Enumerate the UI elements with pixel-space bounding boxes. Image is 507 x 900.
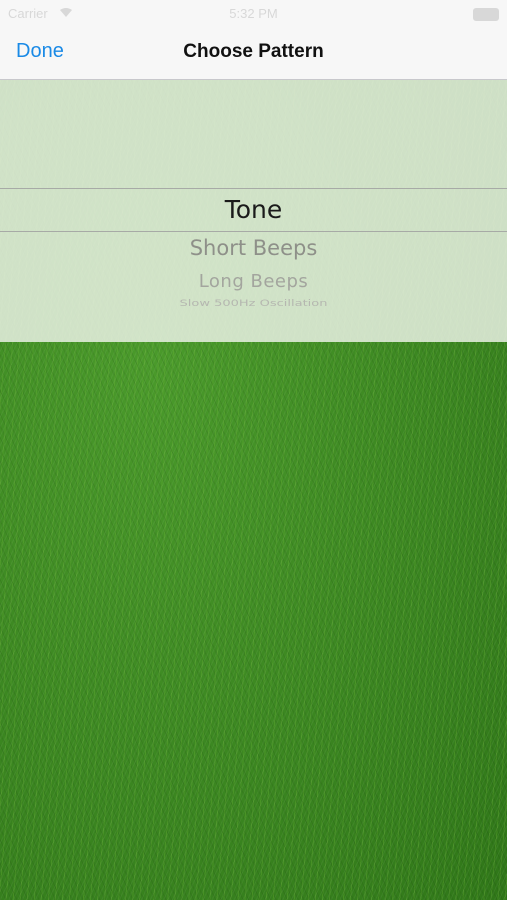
grass-background: [0, 342, 507, 900]
status-bar: Carrier 5:32 PM: [0, 0, 507, 30]
screen: Carrier 5:32 PM Done Choose Pattern Tone…: [0, 0, 507, 900]
page-title: Choose Pattern: [183, 41, 324, 62]
navigation-bar: Done Choose Pattern: [0, 30, 507, 80]
picker-item-slow-oscillation[interactable]: Slow 500Hz Oscillation: [0, 298, 507, 309]
battery-icon: [473, 8, 499, 21]
pattern-picker[interactable]: Tone Short Beeps Long Beeps Slow 500Hz O…: [0, 80, 507, 342]
picker-item-short-beeps[interactable]: Short Beeps: [0, 236, 507, 260]
status-time: 5:32 PM: [229, 6, 278, 21]
picker-selection-top-line: [0, 188, 507, 189]
picker-selection-bottom-line: [0, 231, 507, 232]
picker-item-tone[interactable]: Tone: [0, 195, 507, 224]
picker-item-long-beeps[interactable]: Long Beeps: [0, 271, 507, 292]
